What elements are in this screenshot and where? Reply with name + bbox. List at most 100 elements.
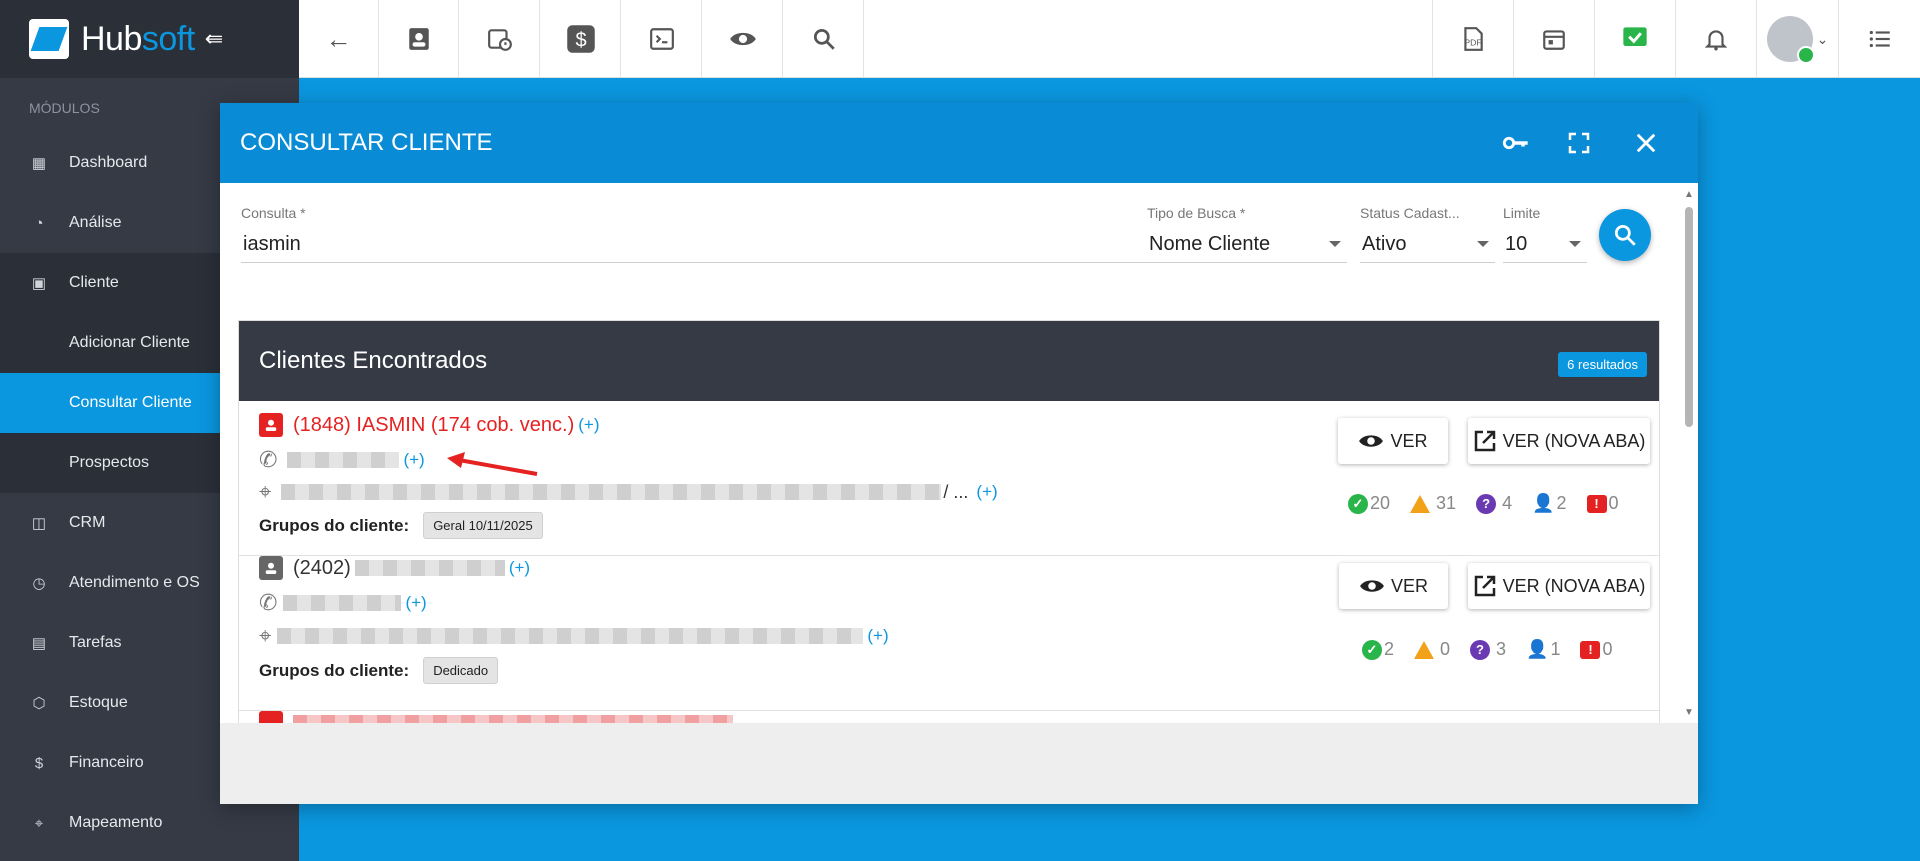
client-phone-line: ✆ (+) [259,590,427,616]
scroll-thumb[interactable] [1685,207,1693,427]
global-search-button[interactable] [784,0,864,78]
scroll-up-icon[interactable]: ▲ [1684,189,1694,200]
sidebar-item-label: Dashboard [69,154,148,171]
calendar-icon [1542,30,1565,50]
redacted-name [354,560,505,576]
checklist-button[interactable] [1594,0,1674,78]
service-order-shortcut-button[interactable] [460,0,540,78]
sidebar-item-label: Cliente [69,274,119,291]
redacted-address [277,628,864,644]
kanban-icon: ◫ [31,515,47,532]
sidebar-item-label: Mapeamento [69,814,163,831]
modal-title: CONSULTAR CLIENTE [240,129,493,156]
caret-down-icon [1477,241,1489,247]
client-name-link[interactable]: (1848) IASMIN (174 cob. venc.) [293,414,574,437]
view-new-tab-button[interactable]: VER (NOVA ABA) [1468,563,1650,609]
back-button[interactable]: ← [299,0,379,78]
fullscreen-button[interactable] [1549,103,1609,183]
stat-warning: 0 [1414,639,1450,660]
map-pin-icon: ⌖ [259,479,272,504]
brand-name: Hubsoft [81,19,195,58]
alert-message-icon: ! [1580,640,1601,659]
user-menu-button[interactable]: ⌄ [1756,0,1838,78]
annotation-arrow-icon [447,452,538,476]
view-button[interactable]: VER [1338,418,1448,464]
tipo-busca-select[interactable]: Nome Cliente [1147,225,1347,263]
sidebar-item-label: Adicionar Cliente [69,334,190,351]
phone-icon: ✆ [259,447,278,472]
box-icon: ⬡ [32,695,46,712]
stat-alert: ! 0 [1586,493,1619,514]
expand-phone-link[interactable]: (+) [403,450,424,470]
consulta-field: Consulta * iasmin [241,205,1163,263]
terminal-shortcut-button[interactable] [622,0,702,78]
topbar: ← $ PDF ⌄ [299,0,1920,78]
client-shortcut-button[interactable] [379,0,459,78]
limite-field: Limite 10 [1503,205,1587,263]
stat-alert: ! 0 [1580,639,1613,660]
close-button[interactable] [1616,103,1676,183]
stat-question-value: 4 [1502,493,1513,513]
expand-name-link[interactable]: (+) [509,558,530,578]
client-address-line: ⌖ / ... (+) [259,479,998,505]
check-message-icon [1622,27,1647,46]
view-button[interactable]: VER [1339,563,1448,609]
expand-phone-link[interactable]: (+) [405,593,426,613]
client-name-link[interactable]: (2402) [293,557,351,580]
client-name-line [259,711,733,723]
expand-name-link[interactable]: (+) [578,415,599,435]
eye-icon [1360,580,1384,592]
pdf-file-icon: PDF [1463,27,1483,51]
stat-warning-value: 0 [1440,639,1451,659]
modal-scrollbar[interactable]: ▲ ▼ [1684,189,1694,719]
key-button[interactable] [1486,103,1546,183]
calendar-button[interactable] [1513,0,1593,78]
sidebar-item-label: Atendimento e OS [69,574,200,591]
modal-body: Consulta * iasmin Tipo de Busca * Nome C… [220,183,1698,723]
redacted-phone [287,452,400,468]
monitor-shortcut-button[interactable] [703,0,783,78]
consulta-input[interactable]: iasmin [241,225,1163,263]
calendar-clock-icon [487,29,512,51]
sidebar-item-label: Estoque [69,694,128,711]
stat-ok-value: 2 [1384,639,1395,659]
sidebar-collapse-icon[interactable]: ⇚ [205,26,223,52]
consulta-label: Consulta * [241,205,306,221]
view-button-label: VER [1390,430,1428,451]
list-menu-button[interactable] [1838,0,1920,78]
user-alert-icon: 👤 [1526,639,1549,659]
eye-icon [729,32,756,46]
redacted-phone [283,595,402,611]
finance-shortcut-button[interactable]: $ [541,0,621,78]
search-button[interactable] [1599,209,1651,261]
close-icon [1636,133,1656,153]
group-chip: Geral 10/11/2025 [423,512,543,539]
modal-header: CONSULTAR CLIENTE [220,103,1698,183]
table-row [239,711,1659,723]
dollar-icon: $ [566,25,595,53]
bell-icon [1704,30,1727,51]
pdf-button[interactable]: PDF [1432,0,1512,78]
view-new-tab-label: VER (NOVA ABA) [1502,575,1646,596]
scroll-down-icon[interactable]: ▼ [1684,707,1694,718]
tipo-busca-value: Nome Cliente [1149,233,1271,255]
groups-label: Grupos do cliente: [259,515,410,535]
limite-select[interactable]: 10 [1503,225,1587,263]
stat-alert-value: 0 [1602,639,1613,659]
view-new-tab-button[interactable]: VER (NOVA ABA) [1468,418,1650,464]
expand-address-link[interactable]: (+) [867,626,888,646]
group-chip: Dedicado [423,657,499,684]
stat-warning-value: 31 [1436,493,1457,513]
sidebar-item-label: Análise [69,214,122,231]
status-cadastro-value: Ativo [1362,233,1407,255]
money-icon: $ [34,754,44,772]
stat-users-value: 1 [1550,639,1561,659]
status-cadastro-select[interactable]: Ativo [1360,225,1495,263]
expand-address-link[interactable]: (+) [976,482,997,502]
consultar-cliente-modal: CONSULTAR CLIENTE Consulta * iasmin Tipo… [220,103,1698,804]
calendar-clock-icon: ◷ [32,575,46,592]
view-button-label: VER [1390,575,1428,596]
sidebar-item-label: Tarefas [69,634,122,651]
notifications-button[interactable] [1675,0,1755,78]
sidebar-item-label: Consultar Cliente [69,394,192,411]
